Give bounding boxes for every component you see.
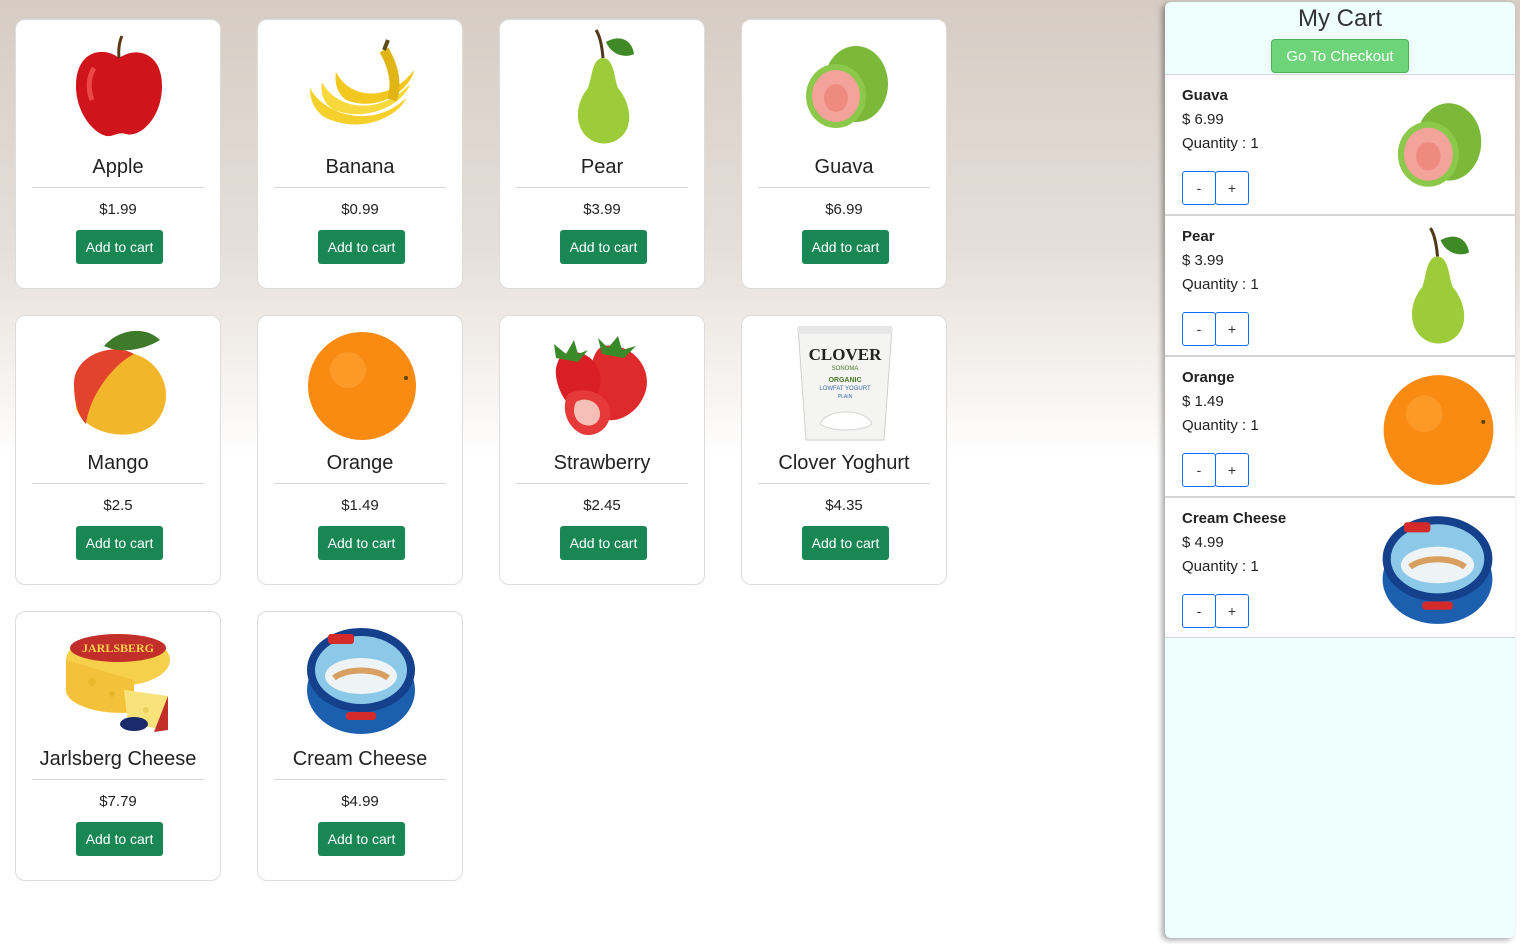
cart-item: Orange $ 1.49 Quantity : 1 - + — [1165, 356, 1515, 497]
cart-title: My Cart — [1298, 5, 1382, 32]
cart-panel: My Cart Go To Checkout Guava $ 6.99 Quanti… — [1165, 2, 1515, 938]
product-price: $6.99 — [825, 201, 863, 218]
cart-item-price: $ 3.99 — [1182, 252, 1224, 269]
svg-text:PLAIN: PLAIN — [838, 394, 853, 400]
orange-image — [1375, 367, 1500, 487]
card-divider — [274, 187, 446, 188]
product-name: Strawberry — [553, 452, 651, 474]
yoghurt-image: CLOVER SONOMA ORGANIC LOWFAT YOGURT PLAI… — [790, 324, 900, 442]
cart-item-quantity: Quantity : 1 — [1182, 558, 1259, 575]
product-price: $0.99 — [341, 201, 379, 218]
decrease-quantity-button[interactable]: - — [1182, 453, 1216, 487]
cart-item-price: $ 6.99 — [1182, 111, 1224, 128]
cheese-image: JARLSBERG — [64, 620, 174, 738]
checkout-button[interactable]: Go To Checkout — [1271, 39, 1409, 73]
increase-quantity-button[interactable]: + — [1215, 171, 1249, 205]
add-to-cart-button[interactable]: Add to cart — [318, 822, 405, 856]
add-to-cart-button[interactable]: Add to cart — [560, 526, 647, 560]
pear-image — [1375, 226, 1500, 346]
product-card: Cream Cheese $4.99 Add to cart — [257, 611, 463, 881]
add-to-cart-button[interactable]: Add to cart — [76, 230, 163, 264]
svg-text:ORGANIC: ORGANIC — [828, 377, 861, 384]
svg-text:LOWFAT YOGURT: LOWFAT YOGURT — [819, 386, 871, 392]
cart-item: Guava $ 6.99 Quantity : 1 - + — [1165, 74, 1515, 215]
svg-text:SONOMA: SONOMA — [832, 366, 859, 372]
product-card: Guava $6.99 Add to cart — [741, 19, 947, 289]
card-divider — [274, 483, 446, 484]
product-name: Cream Cheese — [292, 748, 428, 770]
card-divider — [32, 779, 204, 780]
card-divider — [758, 483, 930, 484]
add-to-cart-button[interactable]: Add to cart — [76, 526, 163, 560]
cart-item-quantity: Quantity : 1 — [1182, 135, 1259, 152]
product-name: Guava — [814, 156, 874, 178]
banana-image — [306, 28, 416, 146]
add-to-cart-button[interactable]: Add to cart — [318, 526, 405, 560]
orange-image — [306, 324, 416, 442]
cream-cheese-image — [1375, 508, 1500, 628]
guava-image — [790, 28, 900, 146]
strawberry-image — [548, 324, 658, 442]
decrease-quantity-button[interactable]: - — [1182, 594, 1216, 628]
cream-cheese-image — [306, 620, 416, 738]
card-divider — [274, 779, 446, 780]
product-price: $1.99 — [99, 201, 137, 218]
product-card: Apple $1.99 Add to cart — [15, 19, 221, 289]
add-to-cart-button[interactable]: Add to cart — [560, 230, 647, 264]
card-divider — [516, 187, 688, 188]
cart-item-name: Pear — [1182, 228, 1215, 245]
mango-image — [64, 324, 174, 442]
add-to-cart-button[interactable]: Add to cart — [802, 230, 889, 264]
product-card: Orange $1.49 Add to cart — [257, 315, 463, 585]
product-name: Apple — [92, 156, 144, 178]
product-card: Mango $2.5 Add to cart — [15, 315, 221, 585]
product-price: $4.35 — [825, 497, 863, 514]
cart-item-name: Orange — [1182, 369, 1235, 386]
cart-item-quantity: Quantity : 1 — [1182, 276, 1259, 293]
cart-item-name: Cream Cheese — [1182, 510, 1287, 527]
product-name: Pear — [580, 156, 624, 178]
add-to-cart-button[interactable]: Add to cart — [802, 526, 889, 560]
product-name: Orange — [326, 452, 394, 474]
product-name: Clover Yoghurt — [778, 452, 910, 474]
product-price: $1.49 — [341, 497, 379, 514]
card-divider — [516, 483, 688, 484]
product-name: Jarlsberg Cheese — [39, 748, 197, 770]
increase-quantity-button[interactable]: + — [1215, 453, 1249, 487]
decrease-quantity-button[interactable]: - — [1182, 312, 1216, 346]
product-price: $3.99 — [583, 201, 621, 218]
product-price: $7.79 — [99, 793, 137, 810]
card-divider — [32, 483, 204, 484]
increase-quantity-button[interactable]: + — [1215, 594, 1249, 628]
apple-image — [64, 28, 174, 146]
pear-image — [548, 28, 658, 146]
product-price: $2.5 — [103, 497, 133, 514]
product-name: Banana — [325, 156, 395, 178]
increase-quantity-button[interactable]: + — [1215, 312, 1249, 346]
product-card: Strawberry $2.45 Add to cart — [499, 315, 705, 585]
guava-image — [1375, 85, 1500, 205]
add-to-cart-button[interactable]: Add to cart — [76, 822, 163, 856]
svg-text:CLOVER: CLOVER — [809, 345, 882, 364]
product-card: Pear $3.99 Add to cart — [499, 19, 705, 289]
svg-text:JARLSBERG: JARLSBERG — [82, 641, 154, 655]
add-to-cart-button[interactable]: Add to cart — [318, 230, 405, 264]
cart-item-quantity: Quantity : 1 — [1182, 417, 1259, 434]
cart-item: Cream Cheese $ 4.99 Quantity : 1 - + — [1165, 497, 1515, 638]
cart-item-price: $ 1.49 — [1182, 393, 1224, 410]
product-price: $4.99 — [341, 793, 379, 810]
cart-item-name: Guava — [1182, 87, 1228, 104]
product-card: JARLSBERG Jarlsberg Cheese $7.79 Add to ca… — [15, 611, 221, 881]
product-price: $2.45 — [583, 497, 621, 514]
product-name: Mango — [87, 452, 149, 474]
card-divider — [758, 187, 930, 188]
product-card: Banana $0.99 Add to cart — [257, 19, 463, 289]
cart-item-price: $ 4.99 — [1182, 534, 1224, 551]
decrease-quantity-button[interactable]: - — [1182, 171, 1216, 205]
product-card: CLOVER SONOMA ORGANIC LOWFAT YOGURT PLAI… — [741, 315, 947, 585]
card-divider — [32, 187, 204, 188]
cart-item: Pear $ 3.99 Quantity : 1 - + — [1165, 215, 1515, 356]
